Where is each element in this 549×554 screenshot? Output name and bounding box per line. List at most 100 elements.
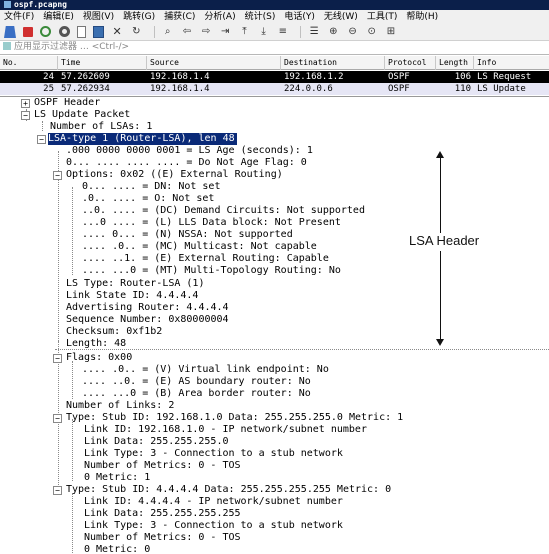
- go-back-icon[interactable]: ⇦: [181, 26, 193, 38]
- separator-line: [55, 349, 549, 350]
- tree-leaf[interactable]: .... 0... = (N) NSSA: Not supported: [82, 229, 293, 241]
- annotation-arrow-shaft: [440, 157, 441, 233]
- restart-capture-icon[interactable]: [40, 26, 52, 37]
- packet-protocol: OSPF: [388, 72, 410, 82]
- tree-node-link-stub-1[interactable]: Type: Stub ID: 192.168.1.0 Data: 255.255…: [66, 412, 403, 424]
- tree-node-ls-update-packet[interactable]: LS Update Packet: [34, 109, 130, 121]
- tree-node-lsa-type-1[interactable]: LSA-type 1 (Router-LSA), len 48: [48, 133, 237, 145]
- tree-leaf[interactable]: Number of Metrics: 0 - TOS: [84, 460, 241, 472]
- title-bar: ospf.pcapng: [0, 0, 549, 10]
- packet-row[interactable]: 25 57.262934 192.168.1.4 224.0.0.6 OSPF …: [0, 83, 549, 95]
- arrow-down-icon: [436, 339, 444, 346]
- go-to-packet-icon[interactable]: ⇥: [219, 26, 231, 38]
- menu-capture[interactable]: 捕获(C): [160, 10, 200, 24]
- tree-leaf[interactable]: .... ..1. = (E) External Routing: Capabl…: [82, 253, 329, 265]
- main-toolbar: ✕ ↻ ⌕ ⇦ ⇨ ⇥ ⤒ ⤓ ≡ ☰ ⊕ ⊖ ⊙ ⊞: [0, 24, 549, 41]
- tree-leaf[interactable]: Checksum: 0xf1b2: [66, 326, 162, 338]
- tree-leaf[interactable]: LS Type: Router-LSA (1): [66, 278, 204, 290]
- tree-node-options[interactable]: Options: 0x02 ((E) External Routing): [66, 169, 283, 181]
- resize-columns-icon[interactable]: ⊞: [385, 26, 397, 38]
- tree-leaf[interactable]: 0 Metric: 1: [84, 472, 150, 484]
- tree-leaf[interactable]: .0.. .... = O: Not set: [82, 193, 214, 205]
- packet-length: 106: [454, 72, 471, 82]
- tree-node-ospf-header[interactable]: OSPF Header: [34, 97, 100, 109]
- column-protocol[interactable]: Protocol: [385, 56, 436, 70]
- menu-go[interactable]: 跳转(G): [119, 10, 160, 24]
- packet-row[interactable]: 24 57.262609 192.168.1.4 192.168.1.2 OSP…: [0, 71, 549, 83]
- tree-leaf[interactable]: .... ...0 = (MT) Multi-Topology Routing:…: [82, 265, 341, 277]
- tree-leaf[interactable]: Advertising Router: 4.4.4.4: [66, 302, 229, 314]
- stop-capture-icon[interactable]: [23, 27, 34, 37]
- tree-leaf[interactable]: .... ...0 = (B) Area border router: No: [82, 388, 311, 400]
- packet-info: LS Request: [477, 72, 532, 82]
- open-file-icon[interactable]: [76, 26, 86, 38]
- collapse-toggle[interactable]: −: [37, 135, 46, 144]
- zoom-in-icon[interactable]: ⊕: [327, 26, 339, 38]
- menu-view[interactable]: 视图(V): [79, 10, 119, 24]
- menu-tools[interactable]: 工具(T): [363, 10, 403, 24]
- tree-leaf[interactable]: .... .0.. = (V) Virtual link endpoint: N…: [82, 364, 329, 376]
- tree-leaf[interactable]: Link State ID: 4.4.4.4: [66, 290, 198, 302]
- tree-leaf[interactable]: Sequence Number: 0x80000004: [66, 314, 229, 326]
- menu-file[interactable]: 文件(F): [0, 10, 39, 24]
- tree-leaf[interactable]: .... ..0. = (E) AS boundary router: No: [82, 376, 311, 388]
- tree-leaf[interactable]: 0 Metric: 0: [84, 544, 150, 554]
- tree-leaf[interactable]: Number of Links: 2: [66, 400, 174, 412]
- go-forward-icon[interactable]: ⇨: [200, 26, 212, 38]
- packet-time: 57.262609: [61, 72, 110, 82]
- tree-leaf[interactable]: .... .0.. = (MC) Multicast: Not capable: [82, 241, 317, 253]
- lsa-header-annotation: LSA Header: [409, 233, 480, 248]
- normal-size-icon[interactable]: ⊙: [366, 26, 378, 38]
- zoom-out-icon[interactable]: ⊖: [347, 26, 359, 38]
- menu-help[interactable]: 帮助(H): [402, 10, 443, 24]
- display-filter-input[interactable]: 应用显示过滤器 … <Ctrl-/>: [0, 41, 549, 55]
- tree-leaf[interactable]: Link Type: 3 - Connection to a stub netw…: [84, 520, 343, 532]
- first-packet-icon[interactable]: ⤒: [238, 26, 250, 38]
- tree-leaf[interactable]: Number of LSAs: 1: [50, 121, 152, 133]
- filter-bookmark-icon[interactable]: [3, 42, 11, 50]
- tree-node-flags[interactable]: Flags: 0x00: [66, 352, 132, 364]
- annotation-arrow-shaft: [440, 251, 441, 339]
- tree-leaf[interactable]: 0... .... = DN: Not set: [82, 181, 220, 193]
- reload-icon[interactable]: ↻: [130, 26, 142, 38]
- autoscroll-icon[interactable]: ≡: [277, 26, 289, 38]
- column-info[interactable]: Info: [474, 56, 549, 70]
- save-file-icon[interactable]: [92, 26, 104, 38]
- menu-wireless[interactable]: 无线(W): [320, 10, 363, 24]
- tree-leaf[interactable]: ...0 .... = (L) LLS Data block: Not Pres…: [82, 217, 341, 229]
- colorize-icon[interactable]: ☰: [308, 26, 320, 38]
- menu-edit[interactable]: 编辑(E): [39, 10, 79, 24]
- menu-statistics[interactable]: 统计(S): [241, 10, 281, 24]
- capture-options-icon[interactable]: [58, 26, 70, 37]
- tree-leaf[interactable]: 0... .... .... .... = Do Not Age Flag: 0: [66, 157, 307, 169]
- menu-analyze[interactable]: 分析(A): [200, 10, 240, 24]
- packet-time: 57.262934: [61, 84, 110, 94]
- close-file-icon[interactable]: ✕: [111, 26, 123, 38]
- tree-leaf[interactable]: Number of Metrics: 0 - TOS: [84, 532, 241, 544]
- collapse-toggle[interactable]: −: [21, 111, 30, 120]
- find-packet-icon[interactable]: ⌕: [162, 26, 174, 38]
- column-source[interactable]: Source: [147, 56, 281, 70]
- packet-length: 110: [454, 84, 471, 94]
- expand-toggle[interactable]: +: [21, 99, 30, 108]
- collapse-toggle[interactable]: −: [53, 486, 62, 495]
- tree-leaf[interactable]: Link Type: 3 - Connection to a stub netw…: [84, 448, 343, 460]
- column-destination[interactable]: Destination: [281, 56, 385, 70]
- tree-leaf[interactable]: Link ID: 4.4.4.4 - IP network/subnet num…: [84, 496, 343, 508]
- collapse-toggle[interactable]: −: [53, 171, 62, 180]
- column-time[interactable]: Time: [58, 56, 147, 70]
- tree-leaf[interactable]: ..0. .... = (DC) Demand Circuits: Not su…: [82, 205, 365, 217]
- column-length[interactable]: Length: [436, 56, 474, 70]
- tree-leaf[interactable]: Link Data: 255.255.255.255: [84, 508, 241, 520]
- menu-telephony[interactable]: 电话(Y): [280, 10, 320, 24]
- collapse-toggle[interactable]: −: [53, 354, 62, 363]
- collapse-toggle[interactable]: −: [53, 414, 62, 423]
- tree-leaf[interactable]: Link Data: 255.255.255.0: [84, 436, 229, 448]
- packet-no: 24: [43, 72, 54, 82]
- column-no[interactable]: No.: [0, 56, 58, 70]
- tree-leaf[interactable]: .000 0000 0000 0001 = LS Age (seconds): …: [66, 145, 313, 157]
- last-packet-icon[interactable]: ⤓: [258, 26, 270, 38]
- tree-node-link-stub-2[interactable]: Type: Stub ID: 4.4.4.4 Data: 255.255.255…: [66, 484, 391, 496]
- start-capture-icon[interactable]: [4, 26, 16, 38]
- tree-leaf[interactable]: Link ID: 192.168.1.0 - IP network/subnet…: [84, 424, 367, 436]
